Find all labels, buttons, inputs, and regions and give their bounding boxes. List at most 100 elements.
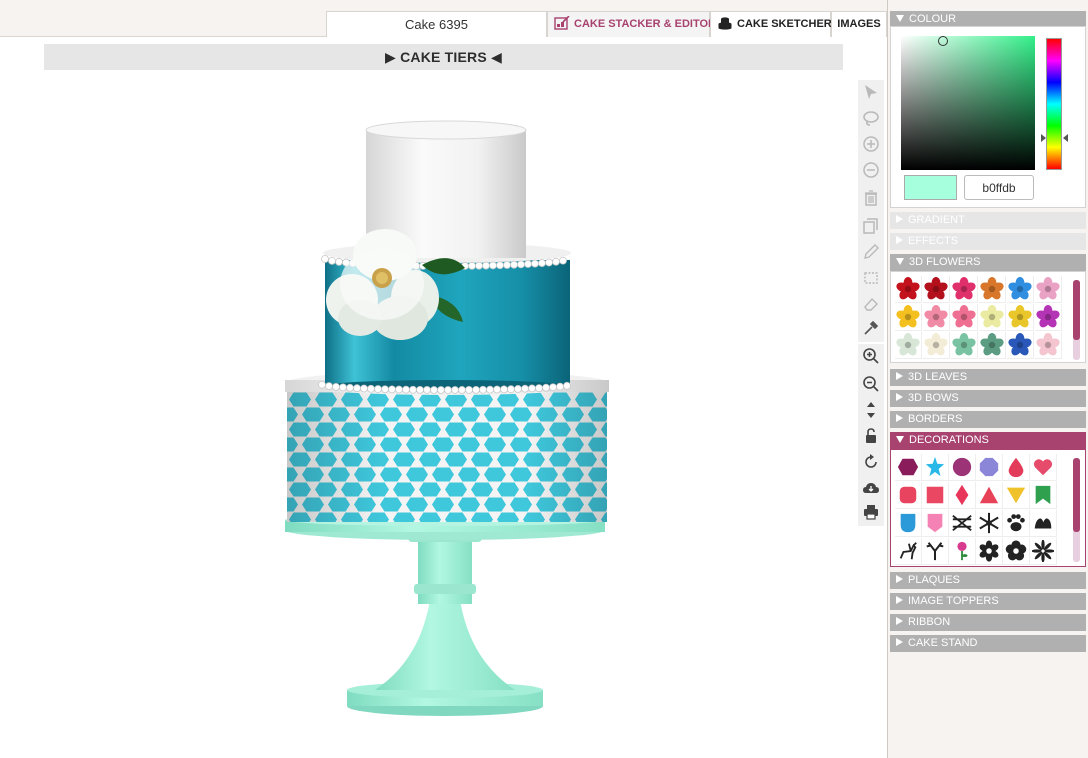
section-header-decorations[interactable]: DECORATIONS: [890, 432, 1086, 449]
section-header-3d-bows[interactable]: 3D BOWS: [890, 390, 1086, 407]
decoration-thumbnail-triangle-down[interactable]: [1003, 482, 1030, 509]
flower-thumbnail[interactable]: [1007, 304, 1034, 331]
flower-thumbnail[interactable]: [1035, 332, 1062, 359]
section-header-ribbon[interactable]: RIBBON: [890, 614, 1086, 631]
decoration-thumbnail-triangle[interactable]: [976, 482, 1003, 509]
flower-thumbnail[interactable]: [951, 276, 978, 303]
antlers-icon: [926, 542, 944, 561]
decoration-thumbnail-bells[interactable]: [1030, 510, 1057, 537]
decoration-thumbnail-rounded-square[interactable]: [895, 482, 922, 509]
section-header-plaques[interactable]: PLAQUES: [890, 572, 1086, 589]
flower-thumbnail[interactable]: [923, 332, 950, 359]
flower-thumbnail[interactable]: [895, 332, 922, 359]
hue-slider-handle-left[interactable]: [1041, 134, 1046, 142]
decoration-thumbnail-reindeer[interactable]: [895, 538, 922, 565]
section-header-gradient[interactable]: GRADIENT: [890, 212, 1086, 229]
cake-canvas[interactable]: [0, 70, 887, 758]
flower-thumbnail[interactable]: [895, 304, 922, 331]
flowers-scrollbar-thumb[interactable]: [1073, 280, 1080, 340]
magnify-plus-icon[interactable]: [858, 344, 884, 368]
section-header-cake-stand[interactable]: CAKE STAND: [890, 635, 1086, 652]
colour-picker-cursor[interactable]: [938, 36, 948, 46]
eyedropper-icon[interactable]: [858, 316, 884, 340]
crop-icon[interactable]: [858, 266, 884, 290]
decoration-thumbnail-banner[interactable]: [1030, 482, 1057, 509]
expand-arrow-icon: [896, 414, 903, 423]
tab-cake-stacker-editor[interactable]: CAKE STACKER & EDITOR: [547, 11, 716, 37]
flower-thumbnail[interactable]: [1035, 276, 1062, 303]
section-header-borders[interactable]: BORDERS: [890, 411, 1086, 428]
flower-icon: [1008, 305, 1032, 328]
decoration-thumbnail-flower-round[interactable]: [1003, 538, 1030, 565]
section-header-image-toppers[interactable]: IMAGE TOPPERS: [890, 593, 1086, 610]
decoration-thumbnail-starburst[interactable]: [1030, 538, 1057, 565]
saturation-value-square[interactable]: [901, 36, 1035, 170]
lasso-icon[interactable]: [858, 106, 884, 130]
section-label: IMAGE TOPPERS: [908, 595, 999, 607]
flower-thumbnail[interactable]: [979, 304, 1006, 331]
decoration-thumbnail-diamond[interactable]: [949, 482, 976, 509]
hue-slider[interactable]: [1046, 38, 1062, 170]
decoration-thumbnail-heart[interactable]: [1030, 454, 1057, 481]
flower-thumbnail[interactable]: [951, 304, 978, 331]
decoration-thumbnail-snowflake[interactable]: [976, 510, 1003, 537]
decoration-thumbnail-hexagon[interactable]: [895, 454, 922, 481]
decorations-scrollbar-thumb[interactable]: [1073, 458, 1080, 532]
flower-round-icon: [1005, 540, 1027, 561]
expand-arrow-icon: [896, 617, 903, 626]
flower-thumbnail[interactable]: [979, 276, 1006, 303]
flower-thumbnail[interactable]: [979, 332, 1006, 359]
tiers-next-arrow-icon[interactable]: ◀: [491, 49, 502, 65]
zoom-in-circle-icon[interactable]: [858, 132, 884, 156]
decoration-thumbnail-square[interactable]: [922, 482, 949, 509]
cloud-download-icon[interactable]: [858, 476, 884, 500]
flower-thumbnail[interactable]: [1007, 332, 1034, 359]
duplicate-icon[interactable]: [858, 214, 884, 238]
decoration-thumbnail-pennant[interactable]: [922, 510, 949, 537]
decoration-thumbnail-circle[interactable]: [949, 454, 976, 481]
flower-thumbnail[interactable]: [951, 332, 978, 359]
hue-slider-handle-right[interactable]: [1063, 134, 1068, 142]
decorations-scrollbar[interactable]: [1073, 458, 1080, 562]
tab-cake-sketcher[interactable]: CAKE SKETCHER: [710, 11, 832, 37]
cake-name-field[interactable]: Cake 6395: [326, 11, 547, 37]
trash-icon[interactable]: [858, 186, 884, 210]
print-icon[interactable]: [858, 500, 884, 524]
pearl: [468, 261, 476, 270]
decoration-thumbnail-shield[interactable]: [895, 510, 922, 537]
flower-thumbnail[interactable]: [1007, 276, 1034, 303]
flowers-scrollbar[interactable]: [1073, 280, 1080, 360]
flower-thumbnail[interactable]: [923, 304, 950, 331]
section-header-3d-flowers[interactable]: 3D FLOWERS: [890, 254, 1086, 271]
section-header-effects[interactable]: EFFECTS: [890, 233, 1086, 250]
section-header-3d-leaves[interactable]: 3D LEAVES: [890, 369, 1086, 386]
select-arrow-icon[interactable]: [858, 80, 884, 104]
pearl: [332, 382, 340, 391]
decoration-thumbnail-drop[interactable]: [1003, 454, 1030, 481]
eraser-icon[interactable]: [858, 292, 884, 316]
cake-preview[interactable]: [0, 70, 887, 758]
pearl: [528, 384, 536, 393]
decoration-thumbnail-octagon[interactable]: [976, 454, 1003, 481]
tab-images[interactable]: IMAGES: [831, 11, 887, 37]
pencil-icon[interactable]: [858, 240, 884, 264]
pearl: [538, 259, 546, 267]
flower-thumbnail[interactable]: [895, 276, 922, 303]
flower-thumbnail[interactable]: [923, 276, 950, 303]
pearl: [496, 261, 504, 270]
move-vertical-icon[interactable]: [858, 398, 884, 422]
rotate-icon[interactable]: [858, 450, 884, 474]
unlock-icon[interactable]: [858, 424, 884, 448]
cake-tiers-bar[interactable]: ▶ CAKE TIERS ◀: [44, 44, 843, 70]
decoration-thumbnail-antlers[interactable]: [922, 538, 949, 565]
decoration-thumbnail-rose[interactable]: [949, 538, 976, 565]
magnify-minus-icon[interactable]: [858, 372, 884, 396]
decoration-thumbnail-star[interactable]: [922, 454, 949, 481]
hex-colour-input[interactable]: [964, 175, 1034, 200]
decoration-thumbnail-flower[interactable]: [976, 538, 1003, 565]
flower-thumbnail[interactable]: [1035, 304, 1062, 331]
decoration-thumbnail-paw[interactable]: [1003, 510, 1030, 537]
decoration-thumbnail-crossed-lines[interactable]: [949, 510, 976, 537]
tiers-prev-arrow-icon[interactable]: ▶: [385, 49, 396, 65]
zoom-out-circle-icon[interactable]: [858, 158, 884, 182]
